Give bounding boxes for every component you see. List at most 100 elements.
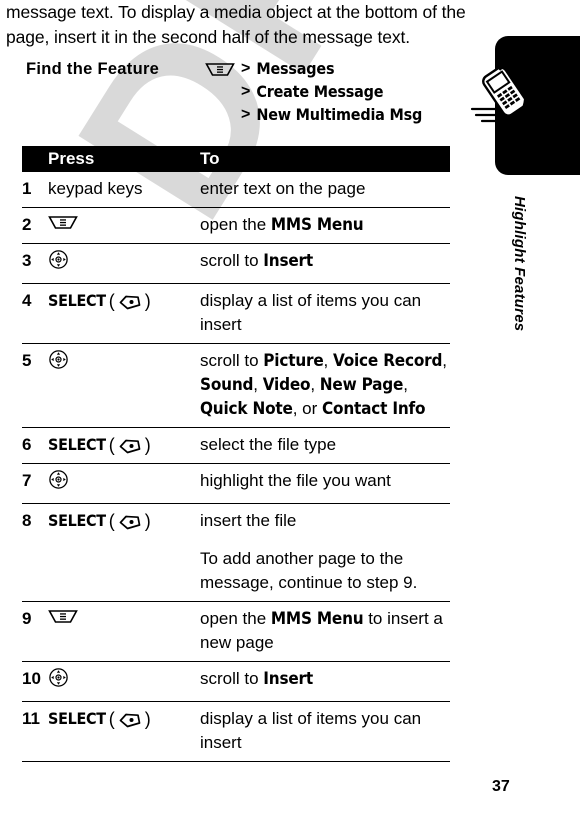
find-the-feature-title: Find the Feature bbox=[26, 60, 160, 78]
to-text: , bbox=[253, 375, 263, 394]
to-text: , bbox=[310, 375, 320, 394]
menu-icon bbox=[205, 57, 241, 78]
path-label-create-message: Create Message bbox=[256, 82, 384, 101]
menu-icon bbox=[48, 215, 78, 230]
to-text: select the file type bbox=[200, 435, 337, 454]
intro-paragraph: message text. To display a media object … bbox=[6, 2, 466, 47]
step-number: 8 bbox=[22, 511, 32, 530]
to-cell: open the MMS Menu bbox=[200, 208, 450, 244]
open-paren: ( bbox=[108, 435, 115, 455]
menu-item-name: Sound bbox=[200, 375, 254, 395]
press-cell bbox=[48, 244, 200, 284]
to-paragraph: highlight the file you want bbox=[200, 469, 450, 493]
to-paragraph: enter text on the page bbox=[200, 177, 450, 201]
to-text: display a list of items you can insert bbox=[200, 291, 422, 334]
table-row: 11 SELECT() display a list of items you ca… bbox=[22, 702, 450, 762]
table-row: 7 highlight the file you want bbox=[22, 464, 450, 504]
table-row: 8 SELECT() insert the file To add another p… bbox=[22, 504, 450, 602]
to-cell: insert the file To add another page to th… bbox=[200, 504, 450, 602]
press-cell bbox=[48, 208, 200, 244]
navigation-key-icon bbox=[48, 667, 69, 688]
close-paren: ) bbox=[144, 511, 151, 531]
to-paragraph: To add another page to the message, cont… bbox=[200, 547, 450, 595]
menu-item-name: Insert bbox=[263, 669, 314, 689]
select-key-label: SELECT bbox=[48, 435, 106, 454]
path-separator: > bbox=[241, 106, 251, 123]
new-multimedia-msg-path-row: > New Multimedia Msg bbox=[205, 103, 470, 126]
select-key: SELECT() bbox=[48, 289, 151, 313]
table-row: 9 open the MMS Menu to insert a new page bbox=[22, 602, 450, 662]
to-text: insert the file bbox=[200, 511, 297, 530]
table-body: 1 keypad keys enter text on the page 2 open … bbox=[22, 172, 450, 762]
to-cell: scroll to Picture, Voice Record, Sound , … bbox=[200, 344, 450, 428]
press-cell bbox=[48, 602, 200, 662]
menu-item-name: Insert bbox=[263, 251, 314, 271]
press-cell bbox=[48, 464, 200, 504]
table-header-row: Press To bbox=[22, 146, 450, 172]
select-key: SELECT() bbox=[48, 433, 151, 457]
menu-item-name: Quick Note bbox=[200, 399, 293, 419]
select-key: SELECT() bbox=[48, 509, 151, 533]
table-row: 5 scroll to Picture, Voice Record, Sound,… bbox=[22, 344, 450, 428]
press-cell: SELECT() bbox=[48, 504, 200, 602]
step-number: 2 bbox=[22, 215, 32, 234]
to-paragraph: display a list of items you can insert bbox=[200, 289, 450, 337]
close-paren: ) bbox=[144, 709, 151, 729]
table-row: 3 scroll to Insert bbox=[22, 244, 450, 284]
step-number: 6 bbox=[22, 435, 32, 454]
menu-path-row: > Messages bbox=[205, 57, 470, 80]
to-paragraph: display a list of items you can insert bbox=[200, 707, 450, 755]
to-cell: open the MMS Menu to insert a new page bbox=[200, 602, 450, 662]
step-number: 7 bbox=[22, 471, 32, 490]
to-text: scroll to bbox=[200, 351, 264, 370]
press-cell: SELECT() bbox=[48, 428, 200, 464]
menu-item-name: Picture bbox=[263, 351, 324, 371]
select-key-icon bbox=[118, 289, 142, 313]
press-cell: SELECT() bbox=[48, 702, 200, 762]
step-number: 3 bbox=[22, 251, 32, 270]
column-header-number bbox=[22, 146, 48, 172]
menu-item-name: Voice Record bbox=[332, 351, 443, 371]
to-cell: highlight the file you want bbox=[200, 464, 450, 504]
close-paren: ) bbox=[144, 435, 151, 455]
to-cell: scroll to Insert bbox=[200, 662, 450, 702]
navigation-key-icon bbox=[48, 469, 69, 490]
to-paragraph: open the MMS Menu bbox=[200, 213, 450, 237]
path-label-messages: Messages bbox=[256, 59, 335, 78]
table-header: Press To bbox=[22, 146, 450, 172]
to-text: display a list of items you can insert bbox=[200, 709, 422, 752]
menu-item-name: Video bbox=[262, 375, 311, 395]
table-row: 1 keypad keys enter text on the page bbox=[22, 172, 450, 208]
select-key-label: SELECT bbox=[48, 511, 106, 530]
to-text: scroll to bbox=[200, 251, 264, 270]
to-paragraph: scroll to Insert bbox=[200, 249, 450, 273]
to-text: , bbox=[403, 375, 408, 394]
find-the-feature-path: > Messages > Create Message > New Multim… bbox=[205, 57, 470, 126]
to-text: , bbox=[442, 351, 447, 370]
path-separator: > bbox=[241, 60, 251, 77]
step-number: 9 bbox=[22, 609, 32, 628]
press-cell: SELECT() bbox=[48, 284, 200, 344]
page-number: 37 bbox=[492, 778, 510, 795]
path-label-new-multimedia-msg: New Multimedia Msg bbox=[256, 105, 423, 124]
select-key-label: SELECT bbox=[48, 291, 106, 310]
close-paren: ) bbox=[144, 291, 151, 311]
to-text: open the bbox=[200, 609, 271, 628]
table-row: 10 scroll to Insert bbox=[22, 662, 450, 702]
to-cell: select the file type bbox=[200, 428, 450, 464]
table-row: 2 open the MMS Menu bbox=[22, 208, 450, 244]
press-cell bbox=[48, 344, 200, 428]
menu-item-name: MMS Menu bbox=[270, 609, 364, 629]
to-text: highlight the file you want bbox=[200, 471, 391, 490]
to-text: , bbox=[323, 351, 333, 370]
to-cell: scroll to Insert bbox=[200, 244, 450, 284]
menu-item-name: Contact Info bbox=[321, 399, 426, 419]
menu-icon bbox=[48, 609, 78, 624]
press-cell bbox=[48, 662, 200, 702]
to-paragraph: scroll to Insert bbox=[200, 667, 450, 691]
select-key-icon bbox=[118, 433, 142, 457]
to-text: enter text on the page bbox=[200, 179, 366, 198]
to-text: open the bbox=[200, 215, 271, 234]
press-text: keypad keys bbox=[48, 179, 143, 198]
to-text: scroll to bbox=[200, 669, 264, 688]
